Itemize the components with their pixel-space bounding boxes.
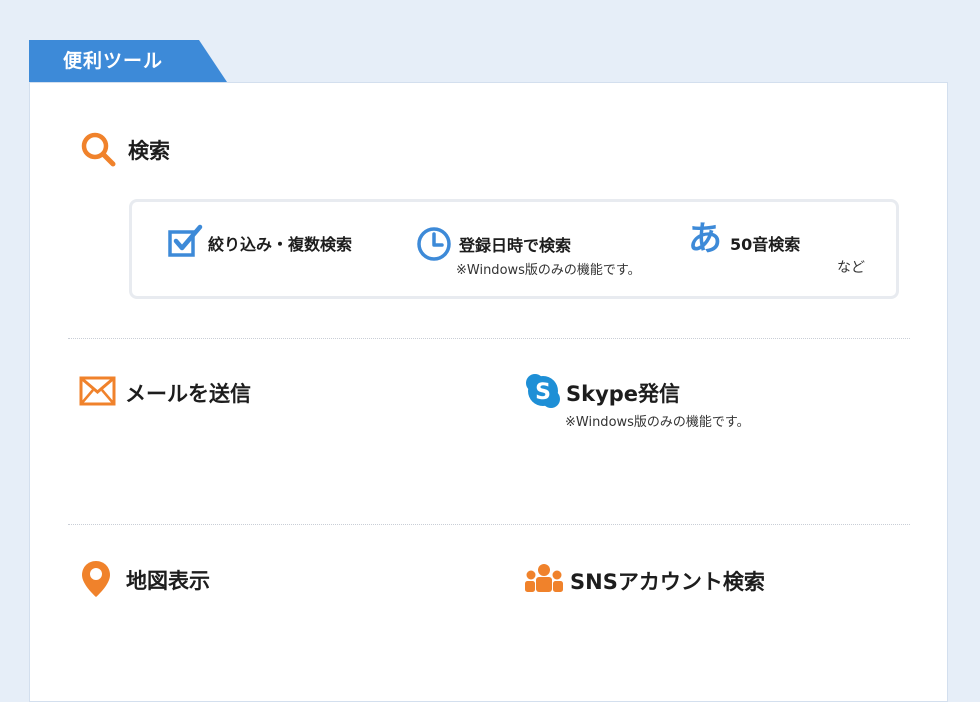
hiragana-a-icon: あ (688, 219, 722, 259)
divider (68, 338, 910, 339)
map-pin-icon (81, 560, 111, 598)
skype-note: ※Windows版のみの機能です。 (565, 415, 750, 430)
tools-panel: 検索 絞り込み・複数検索 登録日時で検索 ※Windows版のみの機能です。 あ… (29, 82, 948, 702)
etc-text: など (837, 260, 865, 276)
skype-icon: S (525, 373, 561, 409)
feature-date-note: ※Windows版のみの機能です。 (456, 263, 641, 278)
skype-heading: Skype発信 (566, 382, 681, 406)
search-icon (80, 131, 116, 167)
search-features-box: 絞り込み・複数検索 登録日時で検索 ※Windows版のみの機能です。 あ 50… (129, 199, 899, 299)
feature-kana-label: 50音検索 (730, 235, 801, 254)
search-heading: 検索 (128, 139, 170, 163)
mail-icon (79, 375, 117, 407)
svg-text:S: S (535, 380, 551, 405)
map-heading: 地図表示 (126, 569, 210, 593)
clock-icon (416, 226, 452, 262)
tool-tab[interactable]: 便利ツール (29, 40, 227, 82)
feature-filter-label: 絞り込み・複数検索 (208, 235, 353, 254)
divider (68, 524, 910, 525)
checkbox-icon (168, 224, 204, 258)
mail-heading: メールを送信 (125, 382, 251, 406)
users-group-icon (525, 563, 563, 593)
feature-date-label: 登録日時で検索 (459, 236, 572, 255)
sns-heading: SNSアカウント検索 (570, 570, 765, 594)
